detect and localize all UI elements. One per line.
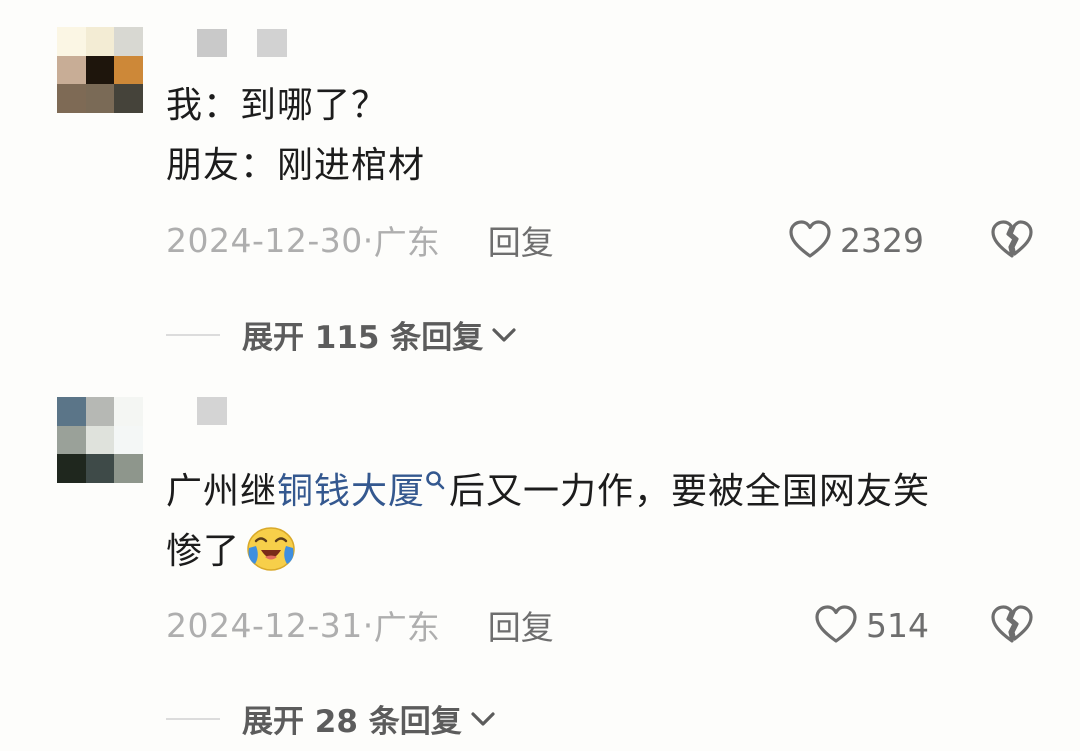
- comment-date: 2024-12-30·: [166, 220, 374, 260]
- comment-location: 广东: [373, 223, 440, 262]
- heart-icon: [789, 220, 831, 258]
- username-redacted[interactable]: [197, 397, 227, 425]
- dislike-button[interactable]: [990, 605, 1034, 649]
- expand-replies[interactable]: 展开 28 条回复: [166, 696, 496, 741]
- comment-line: 惨了: [166, 522, 1046, 582]
- comment-location: 广东: [373, 608, 440, 647]
- username-redacted[interactable]: [197, 29, 287, 57]
- comment-text: 广州继铜钱大厦 后又一力作，要被全国网友笑 惨了: [166, 462, 1046, 582]
- comment-line: 朋友：刚进棺材: [166, 145, 426, 186]
- broken-heart-icon: [991, 220, 1033, 258]
- chevron-down-icon: [492, 327, 516, 342]
- heart-icon: [815, 605, 857, 643]
- like-button[interactable]: 514: [814, 605, 929, 645]
- crying-laughing-emoji: [247, 527, 295, 571]
- comment-date: 2024-12-31·: [166, 605, 374, 645]
- comment-text-line2: 惨了: [166, 531, 241, 572]
- like-button[interactable]: 2329: [788, 220, 924, 260]
- chevron-down-icon: [471, 711, 495, 726]
- avatar[interactable]: [57, 27, 143, 113]
- comment-text-before: 广州继: [166, 471, 278, 512]
- reply-button[interactable]: 回复: [488, 601, 554, 649]
- broken-heart-icon: [991, 605, 1033, 643]
- comment-line: 广州继铜钱大厦 后又一力作，要被全国网友笑: [166, 462, 1046, 522]
- expand-replies-label: 展开 28 条回复: [242, 704, 462, 740]
- search-icon[interactable]: [425, 470, 445, 492]
- expand-replies-label: 展开 115 条回复: [242, 320, 484, 356]
- comment-text: 我：到哪了？ 朋友：刚进棺材: [166, 76, 1046, 196]
- comment-text-after: 后又一力作，要被全国网友笑: [449, 471, 931, 512]
- dislike-button[interactable]: [990, 220, 1034, 264]
- like-count: 514: [866, 605, 929, 645]
- search-link[interactable]: 铜钱大厦: [277, 471, 425, 512]
- expand-replies[interactable]: 展开 115 条回复: [166, 312, 517, 357]
- avatar[interactable]: [57, 397, 143, 483]
- reply-button[interactable]: 回复: [488, 216, 554, 264]
- comment-line: 我：到哪了？: [166, 85, 389, 126]
- divider: [166, 333, 220, 336]
- like-count: 2329: [840, 220, 924, 260]
- divider: [166, 717, 220, 720]
